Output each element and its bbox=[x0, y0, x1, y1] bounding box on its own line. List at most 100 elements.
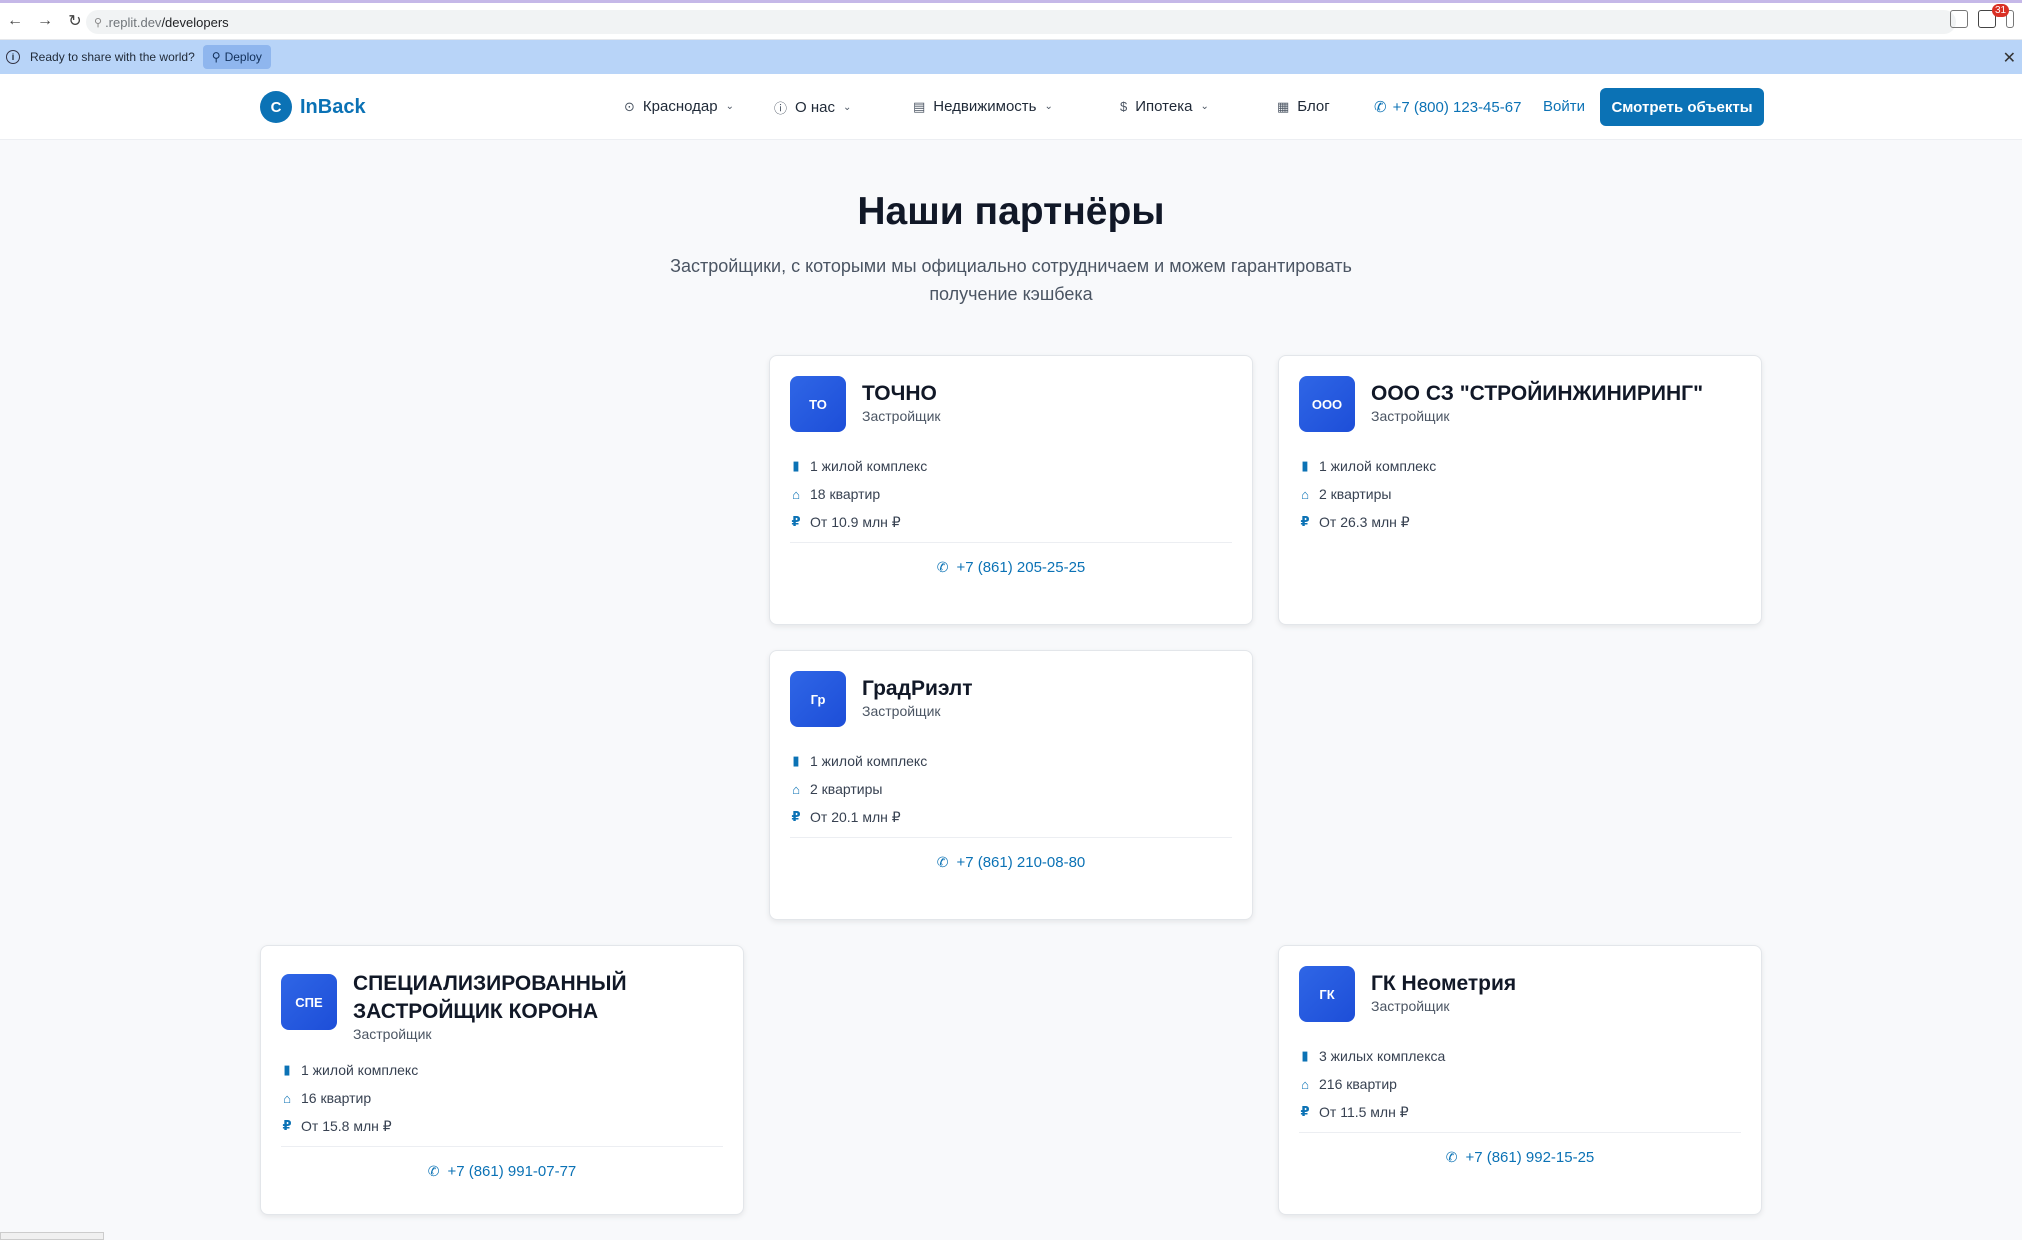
developer-stats: ▮ 1 жилой комплекс ⌂ 18 квартир ₽ От 10.9 м… bbox=[790, 452, 1232, 536]
stat-complexes: ▮ 1 жилой комплекс bbox=[790, 452, 1232, 480]
ruble-icon: ₽ bbox=[282, 1118, 292, 1133]
developer-phone-link[interactable]: ✆ +7 (861) 210-08-80 bbox=[790, 854, 1232, 871]
stat-price: ₽ От 10.9 млн ₽ bbox=[790, 508, 1232, 536]
nav-mortgage[interactable]: $ Ипотека ⌄ bbox=[1120, 98, 1209, 115]
back-icon[interactable]: ← bbox=[0, 6, 30, 36]
stat-price-text: От 26.3 млн ₽ bbox=[1319, 513, 1410, 530]
developer-name: ГК Неометрия bbox=[1371, 972, 1517, 995]
ruble-icon: ₽ bbox=[1300, 514, 1310, 529]
developer-phone-link[interactable]: ✆ +7 (861) 991-07-77 bbox=[281, 1163, 723, 1180]
extension-icon[interactable]: 31 bbox=[1978, 4, 2010, 28]
building-icon: ▮ bbox=[792, 458, 800, 473]
stat-complexes-text: 1 жилой комплекс bbox=[810, 753, 928, 769]
building-icon: ▤ bbox=[913, 98, 926, 114]
developer-name: ГрадРиэлт bbox=[862, 677, 973, 700]
developer-card[interactable]: Гр ГрадРиэлт Застройщик ▮ 1 жилой комплек… bbox=[769, 650, 1253, 920]
deploy-label: Deploy bbox=[224, 50, 262, 64]
stat-apartments-text: 16 квартир bbox=[301, 1090, 372, 1106]
chevron-down-icon: ⌄ bbox=[842, 102, 852, 113]
developer-phone: +7 (861) 210-08-80 bbox=[956, 854, 1086, 871]
developer-avatar: ТО bbox=[790, 376, 846, 432]
developer-stats: ▮ 1 жилой комплекс ⌂ 2 квартиры ₽ От 20.1 м… bbox=[790, 747, 1232, 831]
stat-price: ₽ От 15.8 млн ₽ bbox=[281, 1112, 723, 1140]
ruble-icon: ₽ bbox=[791, 514, 801, 529]
site-header: C InBack ⊙ Краснодар ⌄ ⓘ О нас ⌄ ▤ Недви… bbox=[0, 74, 2022, 140]
deploy-button[interactable]: ⚲ Deploy bbox=[202, 45, 271, 69]
developer-card[interactable]: СПЕ СПЕЦИАЛИЗИРОВАННЫЙ ЗАСТРОЙЩИК КОРОНА… bbox=[260, 945, 744, 1215]
developer-stats: ▮ 3 жилых комплекса ⌂ 216 квартир ₽ От 11.5… bbox=[1299, 1042, 1741, 1126]
stat-apartments-text: 216 квартир bbox=[1319, 1076, 1397, 1092]
home-icon: ⌂ bbox=[1301, 1076, 1309, 1092]
nav-about[interactable]: ⓘ О нас ⌄ bbox=[774, 98, 851, 117]
stat-price: ₽ От 20.1 млн ₽ bbox=[790, 803, 1232, 831]
developer-phone-link[interactable]: ✆ +7 (861) 992-15-25 bbox=[1299, 1149, 1741, 1166]
stat-complexes-text: 1 жилой комплекс bbox=[1319, 458, 1437, 474]
stat-complexes-text: 1 жилой комплекс bbox=[810, 458, 928, 474]
stat-complexes: ▮ 1 жилой комплекс bbox=[1299, 452, 1741, 480]
nav-about-label: О нас bbox=[795, 99, 835, 116]
stat-apartments: ⌂ 2 квартиры bbox=[1299, 480, 1741, 508]
view-objects-button[interactable]: Смотреть объекты bbox=[1600, 88, 1764, 126]
home-icon: ⌂ bbox=[792, 486, 800, 502]
developer-phone-link[interactable]: ✆ +7 (861) 205-25-25 bbox=[790, 559, 1232, 576]
url-host: .replit.dev bbox=[105, 14, 162, 30]
phone-icon: ✆ bbox=[427, 1163, 440, 1179]
building-icon: ▮ bbox=[792, 753, 800, 768]
forward-icon[interactable]: → bbox=[30, 6, 60, 36]
newspaper-icon: ▦ bbox=[1277, 98, 1290, 114]
developer-card[interactable]: ООО ООО СЗ "СТРОЙИНЖИНИРИНГ" Застройщик … bbox=[1278, 355, 1762, 625]
home-icon: ⌂ bbox=[792, 781, 800, 797]
card-divider bbox=[1299, 1132, 1741, 1133]
stat-price-text: От 20.1 млн ₽ bbox=[810, 808, 901, 825]
developer-name: ООО СЗ "СТРОЙИНЖИНИРИНГ" bbox=[1371, 382, 1704, 405]
logo-mark: C bbox=[260, 91, 292, 123]
card-header: СПЕ СПЕЦИАЛИЗИРОВАННЫЙ ЗАСТРОЙЩИК КОРОНА… bbox=[281, 966, 723, 1042]
nav-city[interactable]: ⊙ Краснодар ⌄ bbox=[624, 98, 734, 115]
url-path: /developers bbox=[161, 14, 229, 30]
chevron-down-icon: ⌄ bbox=[1200, 101, 1209, 112]
extensions-area: 31 bbox=[1950, 4, 2014, 28]
page-subtitle: Застройщики, с которыми мы официально со… bbox=[670, 256, 1352, 304]
stat-apartments-text: 2 квартиры bbox=[810, 781, 883, 797]
login-link[interactable]: Войти bbox=[1543, 98, 1585, 115]
stat-price-text: От 15.8 млн ₽ bbox=[301, 1117, 392, 1134]
stat-apartments: ⌂ 2 квартиры bbox=[790, 775, 1232, 803]
link-icon: ⚲ bbox=[94, 16, 103, 29]
developer-avatar: СПЕ bbox=[281, 974, 337, 1030]
ruble-icon: ₽ bbox=[791, 809, 801, 824]
stat-price-text: От 10.9 млн ₽ bbox=[810, 513, 901, 530]
nav-blog-label: Блог bbox=[1297, 98, 1330, 115]
replit-banner: i Ready to share with the world? ⚲ Deplo… bbox=[0, 40, 2022, 74]
stat-complexes: ▮ 3 жилых комплекса bbox=[1299, 1042, 1741, 1070]
chevron-down-icon: ⌄ bbox=[1044, 101, 1053, 112]
nav-realty[interactable]: ▤ Недвижимость ⌄ bbox=[913, 98, 1053, 115]
stat-apartments: ⌂ 216 квартир bbox=[1299, 1070, 1741, 1098]
developer-stats: ▮ 1 жилой комплекс ⌂ 16 квартир ₽ От 15.8 м… bbox=[281, 1056, 723, 1140]
developer-phone: +7 (861) 205-25-25 bbox=[956, 559, 1086, 576]
nav-blog[interactable]: ▦ Блог bbox=[1277, 98, 1330, 115]
card-header: ГК ГК Неометрия Застройщик bbox=[1299, 966, 1741, 1022]
phone-icon: ✆ bbox=[936, 854, 949, 870]
stat-complexes-text: 3 жилых комплекса bbox=[1319, 1048, 1446, 1064]
header-phone: +7 (800) 123-45-67 bbox=[1392, 98, 1522, 116]
card-divider bbox=[790, 837, 1232, 838]
close-icon[interactable]: ✕ bbox=[2003, 48, 2016, 68]
stat-complexes: ▮ 1 жилой комплекс bbox=[281, 1056, 723, 1084]
developer-name: ТОЧНО bbox=[862, 382, 937, 405]
logo[interactable]: C InBack bbox=[260, 91, 366, 123]
developer-card[interactable]: ГК ГК Неометрия Застройщик ▮ 3 жилых комп… bbox=[1278, 945, 1762, 1215]
developer-card[interactable]: ТО ТОЧНО Застройщик ▮ 1 жилой комплекс ⌂ 1… bbox=[769, 355, 1253, 625]
stat-complexes-text: 1 жилой комплекс bbox=[301, 1062, 419, 1078]
address-bar[interactable]: ⚲ .replit.dev/developers bbox=[86, 10, 1956, 34]
browser-toolbar: ← → ↻ ⚲ .replit.dev/developers 31 bbox=[0, 0, 2022, 40]
header-phone-link[interactable]: ✆ +7 (800) 123-45-67 bbox=[1374, 98, 1522, 117]
developer-role: Застройщик bbox=[353, 1026, 432, 1042]
extension-badge: 31 bbox=[1992, 4, 2010, 17]
phone-icon: ✆ bbox=[1445, 1149, 1458, 1165]
developer-role: Застройщик bbox=[862, 408, 941, 424]
phone-icon: ✆ bbox=[936, 559, 949, 575]
developer-phone: +7 (861) 992-15-25 bbox=[1465, 1149, 1595, 1166]
stat-apartments: ⌂ 18 квартир bbox=[790, 480, 1232, 508]
cast-icon[interactable] bbox=[1950, 10, 1968, 28]
phone-icon: ✆ bbox=[1374, 99, 1387, 116]
